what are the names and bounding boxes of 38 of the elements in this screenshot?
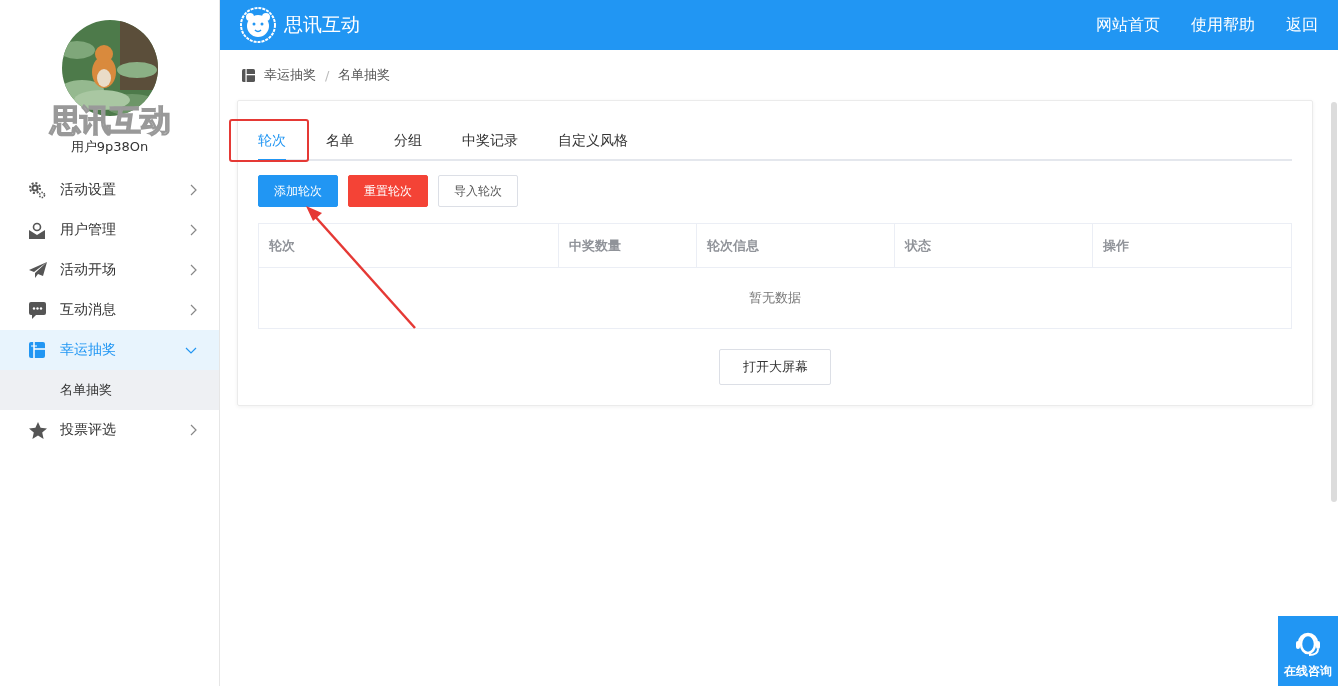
- breadcrumb-item[interactable]: 幸运抽奖: [264, 66, 316, 84]
- tab[interactable]: 自定义风格: [558, 121, 628, 161]
- user-mail-icon: [29, 221, 45, 239]
- empty-message: 暂无数据: [748, 289, 802, 307]
- tab[interactable]: 分组: [394, 121, 422, 161]
- column-header: 操作: [1093, 224, 1291, 268]
- menu-item[interactable]: 投票评选: [0, 410, 219, 450]
- reset-button[interactable]: 重置轮次: [348, 175, 428, 207]
- column-header: 状态: [895, 224, 1094, 268]
- logo-text: 思讯互动: [49, 102, 170, 138]
- menu-item[interactable]: 活动开场: [0, 250, 219, 290]
- chevron-right-icon: [190, 304, 197, 316]
- column-header: 轮次: [259, 224, 559, 268]
- gears-icon: [29, 181, 46, 199]
- menu-item[interactable]: 活动设置: [0, 170, 219, 210]
- username: 用户9p38On: [70, 138, 149, 156]
- menu-item[interactable]: 互动消息: [0, 290, 219, 330]
- menu-item[interactable]: 用户管理: [0, 210, 219, 250]
- import-button[interactable]: 导入轮次: [438, 175, 518, 207]
- tab[interactable]: 名单: [326, 121, 354, 161]
- chevron-right-icon: [190, 184, 197, 196]
- breadcrumb-separator: /: [325, 67, 330, 83]
- column-header: 轮次信息: [697, 224, 896, 268]
- scrollbar[interactable]: [1331, 102, 1337, 502]
- column-header: 中奖数量: [558, 224, 698, 268]
- star-icon: [29, 421, 47, 439]
- tab[interactable]: 中奖记录: [462, 121, 518, 161]
- paper-plane-icon: [29, 262, 47, 278]
- brand-name: 思讯互动: [284, 12, 361, 37]
- chevron-down-icon: [185, 346, 197, 354]
- chat-bubble-icon: [29, 301, 46, 319]
- submenu-item[interactable]: 名单抽奖: [0, 370, 219, 410]
- bear-logo-icon: [240, 7, 276, 43]
- chevron-right-icon: [190, 264, 197, 276]
- open-screen-button[interactable]: 打开大屏幕: [719, 349, 831, 385]
- chevron-right-icon: [190, 424, 197, 436]
- chevron-right-icon: [190, 224, 197, 236]
- breadcrumb-item[interactable]: 名单抽奖: [338, 66, 391, 84]
